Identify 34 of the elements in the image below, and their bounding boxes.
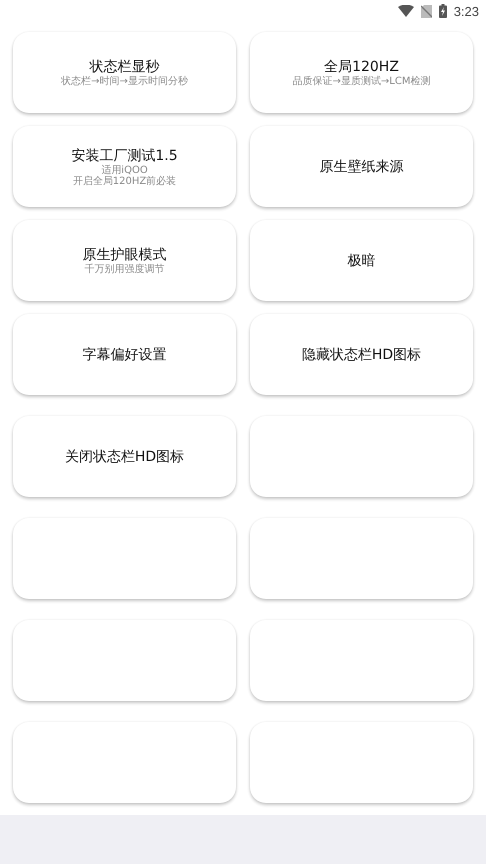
blank-card[interactable]: [250, 722, 473, 803]
card-title: 原生护眼模式: [82, 246, 166, 264]
blank-card[interactable]: [13, 518, 236, 599]
blank-card[interactable]: [250, 620, 473, 701]
blank-card[interactable]: [250, 416, 473, 497]
shortcut-card[interactable]: 极暗: [250, 220, 473, 301]
blank-card[interactable]: [13, 620, 236, 701]
shortcut-card[interactable]: 原生壁纸来源: [250, 126, 473, 207]
blank-card[interactable]: [13, 722, 236, 803]
shortcut-card[interactable]: 字幕偏好设置: [13, 314, 236, 395]
no-sim-icon: [420, 4, 432, 18]
card-title: 关闭状态栏HD图标: [64, 448, 184, 466]
card-title: 隐藏状态栏HD图标: [302, 346, 422, 364]
blank-card[interactable]: [250, 518, 473, 599]
shortcut-card[interactable]: 安装工厂测试1.5 适用iQOO 开启全局120HZ前必装: [13, 126, 236, 207]
card-title: 全局120HZ: [324, 58, 399, 76]
card-title: 极暗: [348, 252, 376, 270]
card-subtitle: 品质保证→显质测试→LCM检测: [292, 76, 430, 87]
battery-charging-icon: [438, 4, 447, 18]
card-subtitle: 适用iQOO: [101, 164, 148, 176]
shortcut-card[interactable]: 全局120HZ 品质保证→显质测试→LCM检测: [250, 32, 473, 113]
shortcut-card[interactable]: 隐藏状态栏HD图标: [250, 314, 473, 395]
card-subtitle: 开启全局120HZ前必装: [72, 176, 176, 186]
shortcut-card[interactable]: 状态栏显秒 状态栏→时间→显示时间分秒: [13, 32, 236, 113]
wifi-icon: [398, 5, 414, 17]
card-subtitle: 千万别用强度调节: [84, 264, 164, 275]
shortcut-card[interactable]: 关闭状态栏HD图标: [13, 416, 236, 497]
card-title: 安装工厂测试1.5: [71, 146, 178, 164]
card-title: 状态栏显秒: [90, 58, 160, 76]
shortcut-card[interactable]: 原生护眼模式 千万别用强度调节: [13, 220, 236, 301]
status-time: 3:23: [454, 4, 479, 18]
card-title: 原生壁纸来源: [320, 158, 404, 176]
card-subtitle: 状态栏→时间→显示时间分秒: [61, 76, 188, 87]
card-title: 字幕偏好设置: [82, 346, 166, 364]
